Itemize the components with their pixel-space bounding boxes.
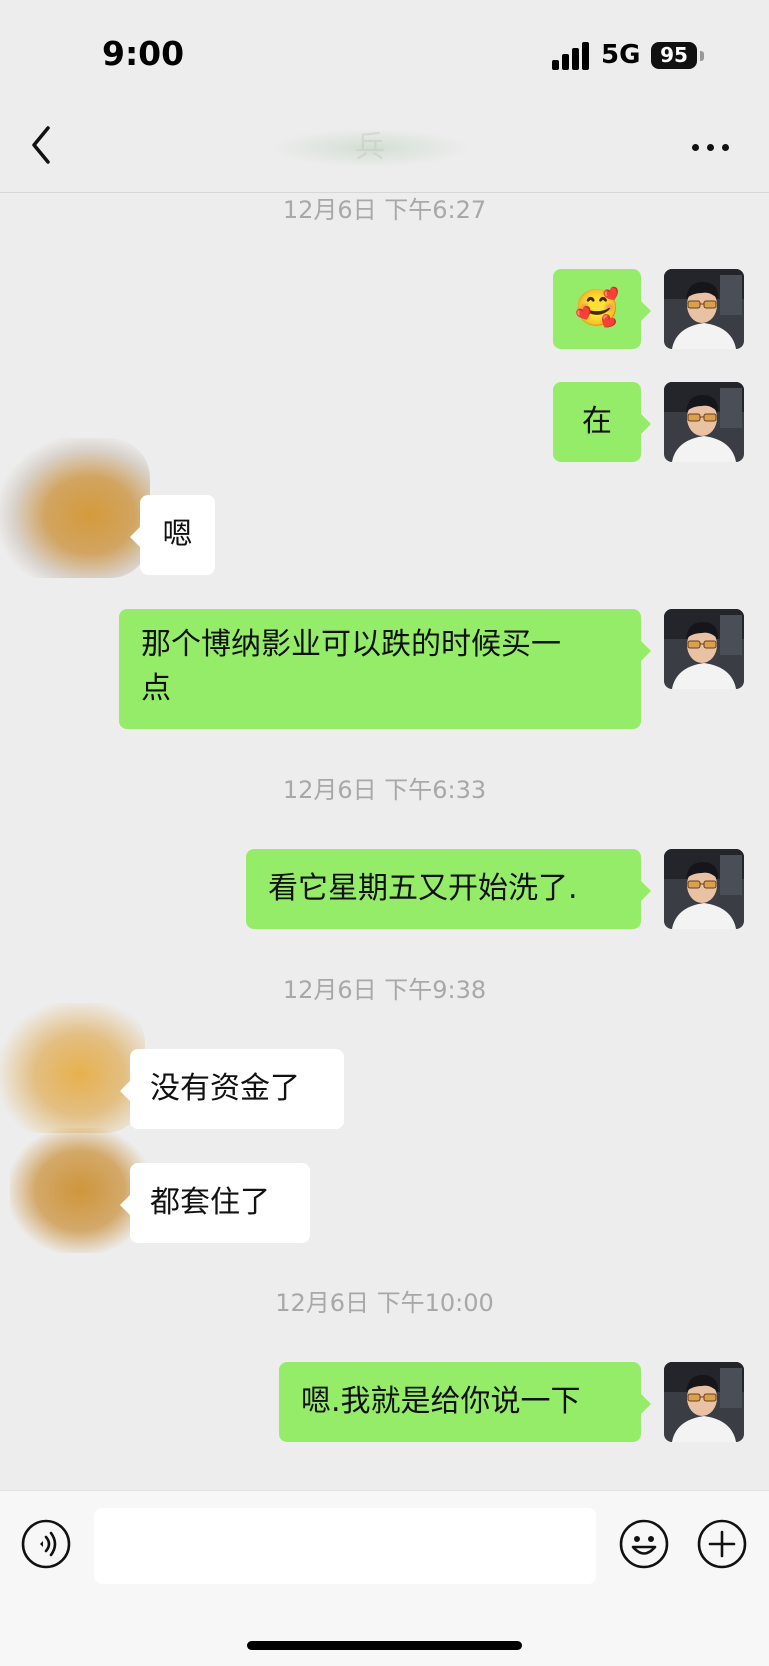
- timestamp: 12月6日 下午9:38: [282, 976, 487, 1004]
- message-input[interactable]: [94, 1508, 596, 1584]
- message-list[interactable]: 12月6日 下午6:27 🥰 在 嗯 那个博纳影业可以跌的时候买一 点 12月6…: [0, 193, 769, 1490]
- message-bubble-mine[interactable]: 🥰: [553, 269, 651, 349]
- chevron-left-icon: [32, 126, 50, 164]
- message-line: 点: [141, 671, 171, 706]
- back-button[interactable]: [26, 122, 66, 168]
- avatar-other-blurred[interactable]: [10, 1128, 150, 1253]
- chat-title: 兵: [270, 128, 470, 168]
- message-bubble-mine[interactable]: 嗯.我就是给你说一下: [279, 1362, 651, 1442]
- timestamp: 12月6日 下午6:27: [282, 196, 487, 224]
- plus-circle-icon: [697, 1519, 747, 1569]
- avatar-mine[interactable]: [664, 269, 744, 349]
- home-indicator[interactable]: [247, 1641, 522, 1650]
- emoji-button[interactable]: [618, 1518, 670, 1570]
- emoji-face-icon: [619, 1519, 669, 1569]
- avatar-other-blurred[interactable]: [0, 438, 150, 578]
- avatar-image: [664, 849, 744, 929]
- message-bubble-other[interactable]: 嗯: [130, 495, 215, 575]
- input-bar: [0, 1490, 769, 1666]
- network-type: 5G: [601, 40, 641, 70]
- avatar-image: [664, 609, 744, 689]
- battery-tip: [700, 51, 704, 61]
- message-bubble-other[interactable]: 都套住了: [120, 1163, 310, 1243]
- avatar-mine[interactable]: [664, 382, 744, 462]
- battery-icon: 95: [651, 42, 697, 69]
- message-line: 那个博纳影业可以跌的时候买一: [141, 627, 561, 662]
- chat-header: 兵: [0, 100, 769, 193]
- message-bubble-mine[interactable]: 那个博纳影业可以跌的时候买一 点: [119, 609, 651, 729]
- avatar-other-blurred[interactable]: [0, 1003, 145, 1133]
- signal-icon: [552, 42, 592, 70]
- message-bubble-mine[interactable]: 看它星期五又开始洗了.: [246, 849, 651, 929]
- status-time: 9:00: [102, 34, 185, 73]
- timestamp: 12月6日 下午10:00: [275, 1289, 494, 1317]
- avatar-mine[interactable]: [664, 609, 744, 689]
- more-button[interactable]: [692, 144, 732, 154]
- voice-button[interactable]: [20, 1518, 72, 1570]
- avatar-image: [664, 269, 744, 349]
- message-bubble-other[interactable]: 没有资金了: [120, 1049, 344, 1129]
- avatar-mine[interactable]: [664, 849, 744, 929]
- avatar-image: [664, 382, 744, 462]
- voice-icon: [21, 1519, 71, 1569]
- avatar-mine[interactable]: [664, 1362, 744, 1442]
- timestamp: 12月6日 下午6:33: [282, 776, 487, 804]
- chat-title-text: 兵: [355, 130, 385, 165]
- status-bar: 9:00 5G 95: [0, 0, 769, 100]
- message-bubble-mine[interactable]: 在: [553, 382, 651, 462]
- avatar-image: [664, 1362, 744, 1442]
- more-functions-button[interactable]: [696, 1518, 748, 1570]
